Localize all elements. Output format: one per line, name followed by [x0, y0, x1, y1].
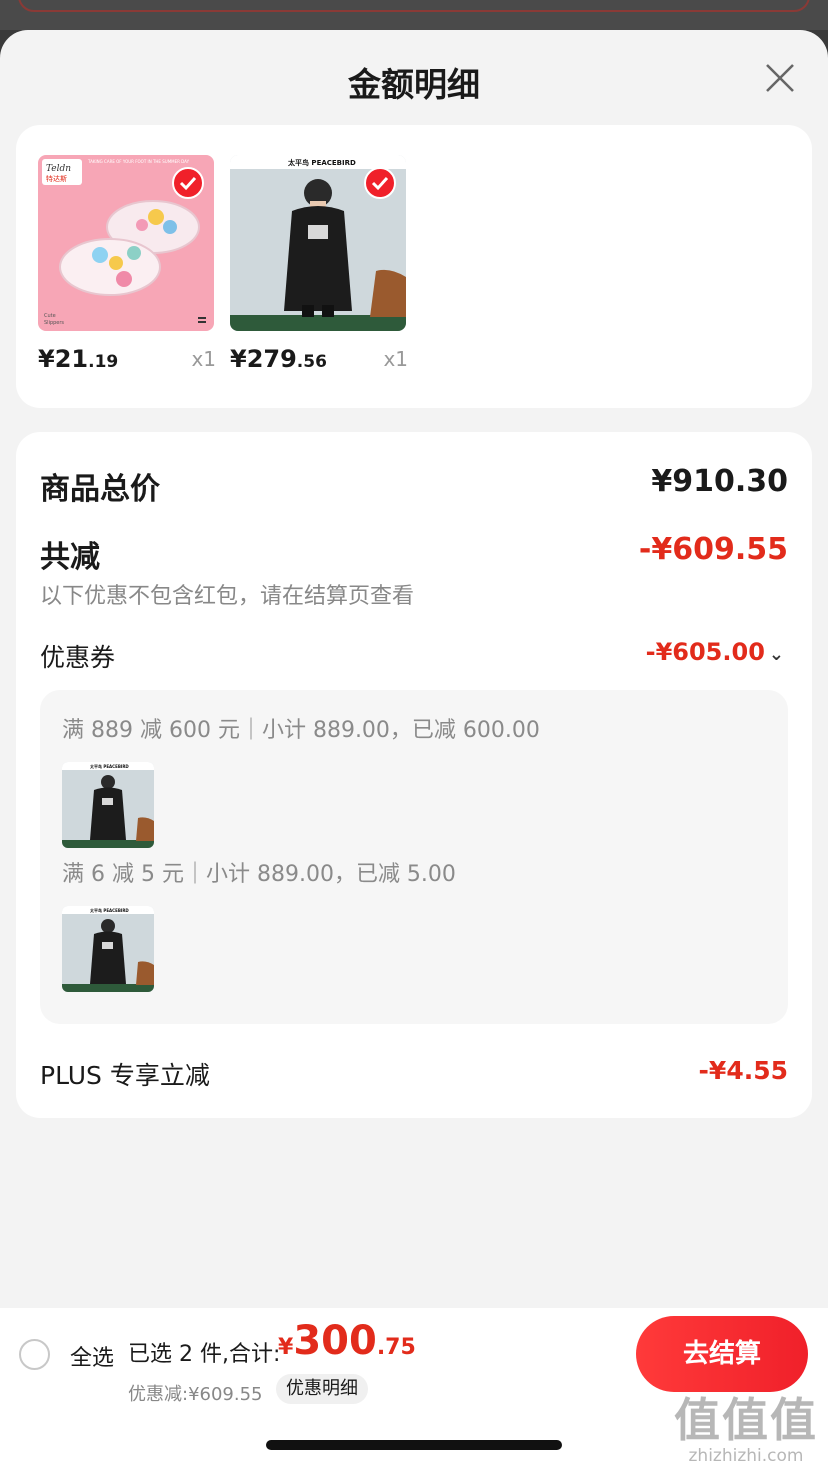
coupon-rule-line: 满 889 减 600 元｜小计 889.00，已减 600.00: [62, 718, 540, 743]
amount-detail-sheet: 金额明细 Teldn 特达斯 TAKING CARE OF YOUR FOOT …: [0, 30, 828, 1466]
chevron-down-icon: ⌄: [768, 644, 784, 665]
price-decimal: .56: [296, 352, 327, 372]
watermark-main: 值值值: [674, 1393, 818, 1447]
coupon-detail-box: 满 889 减 600 元｜小计 889.00，已减 600.00 太平鸟 PE…: [40, 690, 788, 1024]
svg-text:Slippers: Slippers: [44, 320, 64, 326]
total-price-value: ¥910.30: [651, 464, 788, 499]
svg-text:特达斯: 特达斯: [46, 174, 67, 183]
selected-check[interactable]: [172, 167, 204, 199]
sheet-title: 金额明细: [348, 65, 480, 104]
total-amount: ¥300.75: [278, 1318, 416, 1364]
product-price: ¥279.56: [230, 345, 327, 373]
total-reduction-label: 共减: [40, 540, 100, 575]
coupon-value: -¥605.00: [645, 638, 765, 666]
product-item-slippers[interactable]: Teldn 特达斯 TAKING CARE OF YOUR FOOT IN TH…: [38, 155, 216, 373]
coupon-product-thumb: 太平鸟 PEACEBIRD: [62, 762, 154, 848]
discount-summary: 优惠减:¥609.55: [128, 1384, 263, 1405]
svg-text:Teldn: Teldn: [46, 164, 71, 174]
selected-count-text: 已选 2 件,合计:: [128, 1342, 281, 1367]
reduction-note: 以下优惠不包含红包，请在结算页查看: [40, 584, 415, 609]
product-image-slippers: Teldn 特达斯 TAKING CARE OF YOUR FOOT IN TH…: [38, 155, 214, 331]
total-price-label: 商品总价: [40, 472, 160, 507]
coupon-rule-line: 满 6 减 5 元｜小计 889.00，已减 5.00: [62, 862, 456, 887]
price-breakdown-card: 商品总价 ¥910.30 共减 -¥609.55 以下优惠不包含红包，请在结算页…: [16, 432, 812, 1118]
svg-text:TAKING CARE OF YOUR FOOT IN TH: TAKING CARE OF YOUR FOOT IN THE SUMMER D…: [87, 159, 190, 164]
check-icon: [371, 176, 389, 191]
background-page-bar: [18, 0, 810, 12]
background-page-strip: [0, 0, 828, 30]
total-currency: ¥: [278, 1335, 294, 1360]
total-decimal: .75: [376, 1335, 416, 1360]
home-indicator: [266, 1440, 562, 1450]
selected-check[interactable]: [364, 167, 396, 199]
svg-text:太平鸟 PEACEBIRD: 太平鸟 PEACEBIRD: [288, 158, 356, 167]
coupon-toggle[interactable]: -¥605.00 ⌄: [646, 638, 784, 666]
price-integer: ¥279: [230, 345, 297, 373]
check-icon: [179, 176, 197, 191]
checkout-button[interactable]: 去结算: [636, 1316, 808, 1392]
price-decimal: .19: [88, 352, 119, 372]
total-reduction-value: -¥609.55: [638, 532, 788, 567]
plus-discount-value: -¥4.55: [698, 1056, 788, 1085]
plus-discount-label: PLUS 专享立减: [40, 1061, 210, 1090]
watermark: 值值值 zhizhizhi.com: [674, 1384, 818, 1466]
product-quantity: x1: [191, 347, 216, 371]
select-all-label[interactable]: 全选: [70, 1340, 114, 1372]
total-integer: 300: [293, 1318, 377, 1364]
product-list-card: Teldn 特达斯 TAKING CARE OF YOUR FOOT IN TH…: [16, 125, 812, 408]
price-integer: ¥21: [38, 345, 89, 373]
coupon-product-thumb: 太平鸟 PEACEBIRD: [62, 906, 154, 992]
product-item-coat[interactable]: 太平鸟 PEACEBIRD ¥279.56 x1: [230, 155, 408, 373]
close-button[interactable]: [762, 60, 798, 96]
product-image-coat: 太平鸟 PEACEBIRD: [230, 155, 406, 331]
watermark-sub: zhizhizhi.com: [688, 1446, 804, 1466]
product-price: ¥21.19: [38, 345, 118, 373]
svg-text:太平鸟 PEACEBIRD: 太平鸟 PEACEBIRD: [89, 763, 129, 769]
close-icon: [766, 64, 794, 92]
svg-text:太平鸟 PEACEBIRD: 太平鸟 PEACEBIRD: [89, 907, 129, 913]
discount-detail-button[interactable]: 优惠明细: [276, 1374, 368, 1404]
product-quantity: x1: [383, 347, 408, 371]
select-all-radio[interactable]: [19, 1339, 50, 1370]
coupon-label: 优惠券: [40, 643, 116, 672]
svg-text:Cute: Cute: [44, 313, 56, 319]
